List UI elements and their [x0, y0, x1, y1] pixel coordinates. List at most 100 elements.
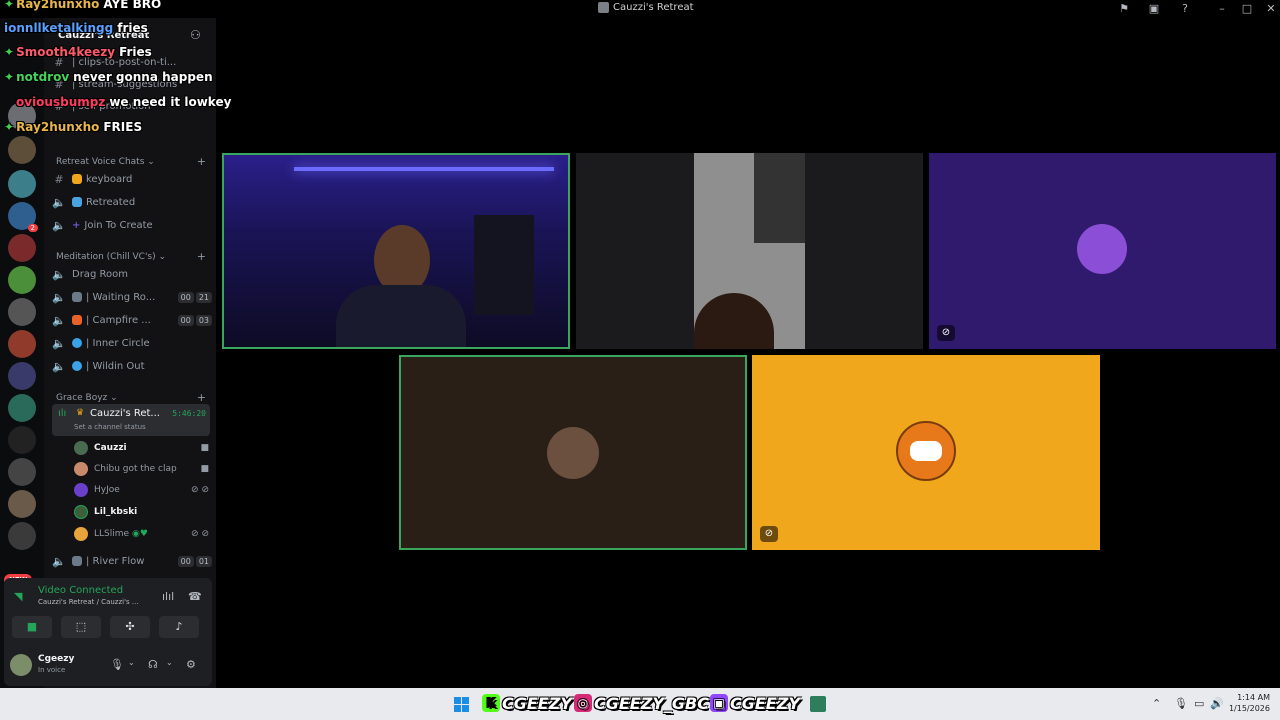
volume-icon[interactable]: 🔊: [1210, 697, 1224, 710]
server-icon[interactable]: [8, 266, 36, 294]
noise-suppression-icon[interactable]: ılıl: [162, 590, 174, 603]
server-icon[interactable]: [8, 362, 36, 390]
active-voice-channel[interactable]: ılı ♛ Cauzzi's Ret... 5:46:20 Set a chan…: [52, 404, 210, 436]
video-tile[interactable]: [576, 153, 923, 349]
video-tile[interactable]: ⊘: [929, 153, 1276, 349]
voice-channel-item[interactable]: 🔈 + Join To Create: [52, 215, 212, 235]
flag-icon[interactable]: ⚑: [1116, 1, 1132, 17]
badge-icon: ◉♥: [132, 529, 148, 539]
server-icon[interactable]: 2: [8, 202, 38, 232]
microphone-icon[interactable]: 🎙: [110, 658, 124, 671]
user-count: 00 21: [177, 291, 212, 303]
category-header[interactable]: Meditation (Chill VC's) ⌄ +: [56, 250, 206, 263]
category-header[interactable]: Retreat Voice Chats ⌄ +: [56, 155, 206, 168]
chevron-down-icon[interactable]: ⌄: [128, 658, 135, 667]
chat-message: ionnllketalkingg fries: [4, 21, 148, 35]
avatar: [74, 527, 88, 541]
channel-item[interactable]: # keyboard: [52, 169, 212, 189]
speaker-icon: 🔈: [52, 267, 66, 281]
server-icon[interactable]: [8, 330, 36, 358]
server-icon[interactable]: [8, 234, 36, 262]
chat-message: oviousbumpz we need it lowkey: [16, 95, 232, 109]
speaker-icon: 🔈: [52, 336, 66, 350]
crown-icon: ♛: [76, 408, 85, 418]
voice-connection-panel: ◥ Video Connected Cauzzi's Retreat / Cau…: [4, 578, 212, 686]
instagram-handle: ◎ CGEEZY_GBC: [574, 692, 709, 714]
user-count: 00 03: [177, 314, 212, 326]
kick-icon: K: [482, 694, 500, 712]
chat-message: ✦ Smooth4keezy Fries: [4, 45, 152, 59]
muted-deafened-icon: ⊘ ⊘: [191, 485, 209, 495]
minimize-button[interactable]: –: [1214, 1, 1230, 17]
fire-icon: [72, 315, 82, 325]
voice-channel-item[interactable]: 🔈 Retreated: [52, 192, 212, 212]
inbox-icon[interactable]: ▣: [1146, 1, 1162, 17]
server-icon[interactable]: [8, 490, 36, 518]
hash-icon: #: [54, 172, 64, 186]
video-tile[interactable]: ⊘: [752, 355, 1100, 550]
voice-member[interactable]: Cauzzi ■: [74, 438, 209, 458]
signal-icon: ◥: [14, 590, 23, 603]
door: [754, 153, 805, 243]
close-button[interactable]: ✕: [1263, 1, 1279, 17]
plus-icon[interactable]: +: [197, 155, 206, 168]
voice-channel-item[interactable]: 🔈 | River Flow 00 01: [52, 551, 212, 571]
video-tile[interactable]: [222, 153, 570, 349]
voice-channel-item[interactable]: 🔈 | Wildin Out: [52, 356, 212, 376]
avatar: [74, 505, 88, 519]
chevron-up-icon[interactable]: ⌃: [1152, 697, 1161, 710]
user-count: 00 01: [177, 555, 212, 567]
voice-status[interactable]: Video Connected: [38, 585, 123, 596]
voice-member[interactable]: Lil_kbski: [74, 502, 209, 522]
voice-channel-item[interactable]: 🔈 | Campfire ... 00 03: [52, 310, 212, 330]
video-tile[interactable]: [399, 355, 747, 550]
voice-channel-link[interactable]: Cauzzi's Retreat / Cauzzi's ...: [38, 598, 139, 606]
voice-channel-item[interactable]: 🔈 | Inner Circle: [52, 333, 212, 353]
windows-start-icon[interactable]: [454, 697, 470, 713]
stream-chat-overlay: ✦ Ray2hunxho AYE BRO ionnllketalkingg fries…: [4, 0, 264, 140]
headphones-icon[interactable]: ☊: [148, 658, 158, 671]
chevron-down-icon[interactable]: ⌄: [166, 658, 173, 667]
username[interactable]: Cgeezy: [38, 654, 74, 664]
avatar: [74, 441, 88, 455]
voice-member[interactable]: HyJoe ⊘ ⊘: [74, 480, 209, 500]
video-icon: ■: [200, 443, 209, 453]
window-title: Cauzzi's Retreat: [598, 2, 694, 13]
voice-channel-item[interactable]: 🔈 Drag Room: [52, 264, 212, 284]
server-icon[interactable]: [8, 394, 36, 422]
gear-icon[interactable]: ⚙: [186, 658, 196, 671]
server-icon[interactable]: [8, 426, 36, 454]
user-panel: Cgeezy In voice 🎙 ⌄ ☊ ⌄ ⚙: [4, 646, 212, 684]
plus-icon[interactable]: +: [197, 250, 206, 263]
disconnect-icon[interactable]: ☎: [188, 590, 202, 603]
server-icon[interactable]: [8, 522, 36, 550]
microphone-icon[interactable]: 🎙: [1174, 697, 1188, 710]
soundboard-button[interactable]: ♪: [159, 616, 199, 638]
server-icon[interactable]: [8, 170, 36, 198]
chat-message: ✦ notdrov never gonna happen: [4, 70, 213, 84]
screen-share-button[interactable]: ⬚: [61, 616, 101, 638]
help-icon[interactable]: ?: [1177, 1, 1193, 17]
voice-member[interactable]: Chibu got the clap ■: [74, 459, 209, 479]
server-icon[interactable]: [8, 298, 36, 326]
camera-button[interactable]: ■: [12, 616, 52, 638]
server-icon[interactable]: [8, 136, 36, 164]
activities-button[interactable]: ✣: [110, 616, 150, 638]
shelf: [474, 215, 534, 315]
channel-status[interactable]: Set a channel status: [74, 423, 146, 431]
sparkle-icon: [72, 174, 82, 184]
user-status: In voice: [38, 666, 66, 674]
plus-icon[interactable]: +: [197, 391, 206, 404]
maximize-button[interactable]: □: [1239, 1, 1255, 17]
app-icon[interactable]: [810, 696, 826, 712]
voice-channel-item[interactable]: 🔈 | Waiting Ro... 00 21: [52, 287, 212, 307]
kick-handle: K CGEEZY: [482, 692, 572, 714]
server-icon[interactable]: [8, 458, 36, 486]
avatar[interactable]: [10, 654, 32, 676]
category-header[interactable]: Grace Boyz ⌄ +: [56, 391, 206, 404]
avatar: [896, 421, 956, 481]
system-clock[interactable]: 1:14 AM 1/15/2026: [1228, 692, 1270, 714]
network-icon[interactable]: ▭: [1194, 697, 1204, 710]
speaker-icon: 🔈: [52, 290, 66, 304]
voice-member[interactable]: LLSlime ◉♥ ⊘ ⊘: [74, 524, 209, 544]
